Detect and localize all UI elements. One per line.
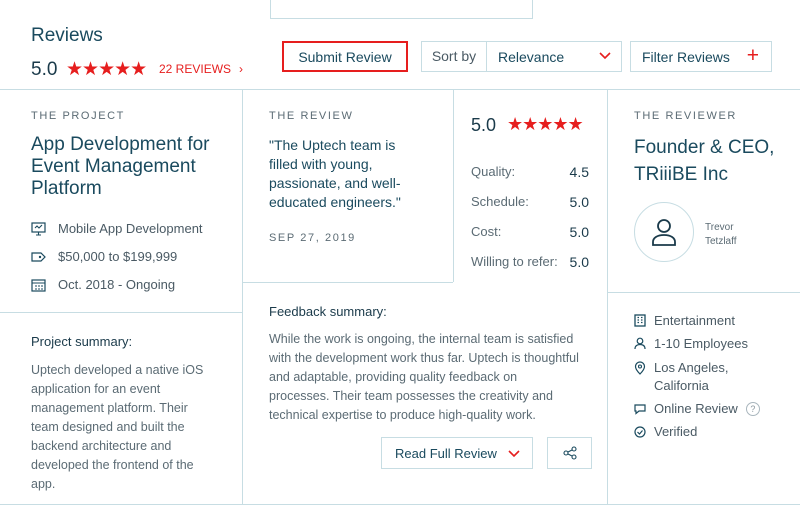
score-label: Willing to refer:: [471, 254, 558, 269]
feedback-text: While the work is ongoing, the internal …: [269, 332, 579, 422]
speech-bubble-icon: [634, 403, 646, 415]
score-label: Cost:: [471, 224, 502, 239]
building-icon: [634, 314, 646, 327]
sort-label: Sort by: [422, 42, 487, 71]
score-value: 5.0: [569, 194, 589, 210]
project-timeline-text: Oct. 2018 - Ongoing: [58, 277, 176, 292]
read-full-review-label: Read Full Review: [395, 445, 497, 461]
score-value: 5.0: [569, 224, 589, 240]
score-label: Quality:: [471, 164, 516, 179]
top-tab-divider-right: [532, 0, 533, 18]
score-value: 4.5: [569, 164, 589, 180]
calendar-icon: [31, 278, 46, 292]
top-tab-divider-left: [270, 0, 271, 18]
project-detail-service: Mobile App Development: [31, 221, 203, 236]
reviewer-review-type-text: Online Review: [654, 401, 738, 416]
column-divider-2: [607, 89, 608, 505]
page-title: Reviews: [31, 25, 103, 46]
reviewer-location-text: Los Angeles, California: [654, 360, 729, 393]
reviewer-detail-verified: Verified: [634, 424, 697, 439]
project-summary-text: Uptech developed a native iOS applicatio…: [31, 363, 204, 491]
user-avatar-icon: [651, 218, 677, 246]
reviewer-verified-text: Verified: [654, 424, 698, 439]
review-overall-rating: 5.0: [471, 115, 497, 135]
help-icon[interactable]: ?: [745, 401, 760, 416]
project-detail-timeline: Oct. 2018 - Ongoing: [31, 277, 175, 292]
plus-icon: +: [746, 44, 759, 67]
reviewer-detail-review-type: Online Review ?: [634, 401, 760, 416]
chevron-down-icon: [599, 52, 611, 60]
location-pin-icon: [634, 361, 646, 375]
project-service-text: Mobile App Development: [58, 221, 203, 236]
monitor-icon: [31, 221, 46, 236]
card-bottom-border: [0, 504, 800, 505]
person-icon: [634, 337, 646, 350]
reviewer-name: Trevor Tetzlaff: [705, 222, 737, 247]
reviewer-section-divider: [607, 292, 800, 293]
top-tab-base: [270, 18, 533, 19]
read-full-review-button[interactable]: Read Full Review: [381, 437, 533, 469]
review-section-divider: [242, 282, 453, 283]
project-detail-budget: $50,000 to $199,999: [31, 249, 177, 264]
score-row-schedule: Schedule: 5.0: [471, 194, 589, 210]
sort-dropdown[interactable]: Sort by Relevance: [421, 41, 622, 72]
review-quote: "The Uptech team is filled with young, p…: [269, 137, 401, 210]
review-stars: ★★★★★: [507, 114, 584, 134]
project-budget-text: $50,000 to $199,999: [58, 249, 178, 264]
reviewer-detail-size: 1-10 Employees: [634, 336, 748, 351]
share-icon: [562, 446, 577, 460]
reviewer-caption: THE REVIEWER: [634, 110, 737, 122]
price-tag-icon: [31, 251, 46, 263]
avatar: [634, 202, 694, 262]
share-button[interactable]: [547, 437, 592, 469]
sort-value: Relevance: [498, 48, 565, 65]
review-inner-divider: [453, 89, 454, 282]
review-date: SEP 27, 2019: [269, 232, 356, 244]
chevron-right-icon: ›: [239, 62, 244, 76]
reviewer-detail-industry: Entertainment: [634, 313, 735, 328]
review-caption: THE REVIEW: [269, 110, 354, 122]
project-section-divider: [0, 312, 242, 313]
chevron-down-icon: [508, 450, 520, 458]
reviewer-title: Founder & CEO, TRiiiBE Inc: [634, 137, 775, 185]
score-row-refer: Willing to refer: 5.0: [471, 254, 589, 270]
reviewer-size-text: 1-10 Employees: [654, 336, 748, 351]
card-top-border: [0, 89, 800, 90]
reviewer-detail-location: Los Angeles, California: [634, 359, 739, 395]
overall-rating: 5.0: [31, 59, 58, 80]
project-caption: THE PROJECT: [31, 110, 125, 122]
feedback-heading: Feedback summary:: [269, 304, 387, 319]
column-divider-1: [242, 89, 243, 505]
check-circle-icon: [634, 425, 646, 438]
filter-reviews-label: Filter Reviews: [642, 48, 730, 65]
score-label: Schedule:: [471, 194, 529, 209]
reviews-count-label: 22 REVIEWS: [159, 62, 232, 76]
filter-reviews-button[interactable]: Filter Reviews +: [630, 41, 772, 72]
project-title: App Development for Event Management Pla…: [31, 134, 210, 199]
reviews-count-link[interactable]: 22 REVIEWS ›: [159, 62, 243, 76]
score-value: 5.0: [569, 254, 589, 270]
project-summary-heading: Project summary:: [31, 334, 133, 349]
rating-stars: ★★★★★: [66, 59, 147, 80]
submit-review-button[interactable]: Submit Review: [282, 41, 408, 72]
score-row-quality: Quality: 4.5: [471, 164, 589, 180]
reviewer-industry-text: Entertainment: [654, 313, 735, 328]
score-row-cost: Cost: 5.0: [471, 224, 589, 240]
submit-review-label: Submit Review: [298, 48, 392, 65]
